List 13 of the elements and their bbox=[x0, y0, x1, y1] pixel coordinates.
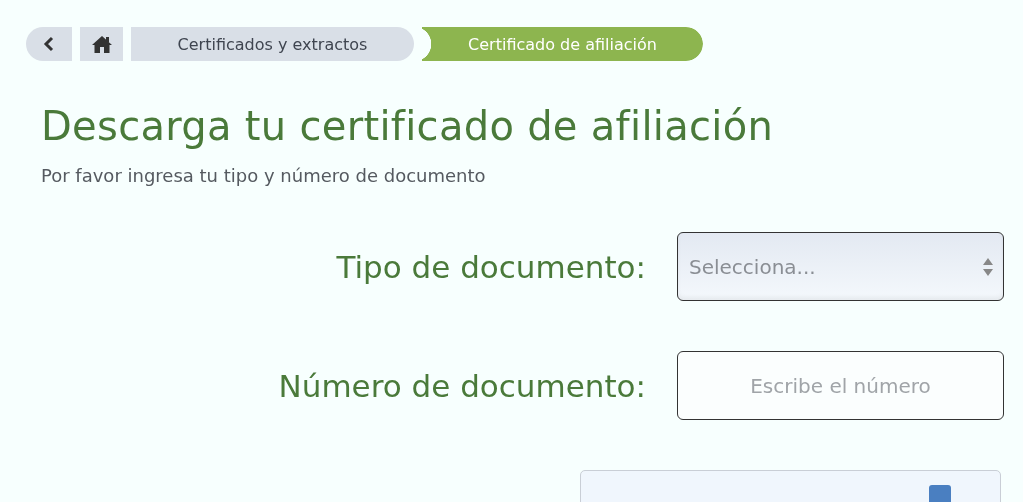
breadcrumb-item[interactable]: Certificado de afiliación bbox=[422, 27, 703, 61]
chevron-left-icon bbox=[43, 36, 55, 52]
document-type-select[interactable]: Selecciona... bbox=[677, 232, 1004, 301]
breadcrumb-item[interactable]: Certificados y extractos bbox=[131, 27, 414, 61]
field-label: Número de documento: bbox=[277, 367, 646, 404]
instruction-text: Por favor ingresa tu tipo y número de documento bbox=[41, 165, 487, 186]
sort-arrows-icon bbox=[983, 256, 993, 277]
home-button[interactable] bbox=[80, 27, 123, 61]
page-title: Descarga tu certificado de afiliación bbox=[41, 103, 775, 149]
document-number-field[interactable]: Escribe el número bbox=[677, 351, 1004, 420]
field-label: Tipo de documento: bbox=[335, 248, 646, 285]
home-icon bbox=[90, 35, 113, 53]
back-button[interactable] bbox=[26, 27, 72, 61]
